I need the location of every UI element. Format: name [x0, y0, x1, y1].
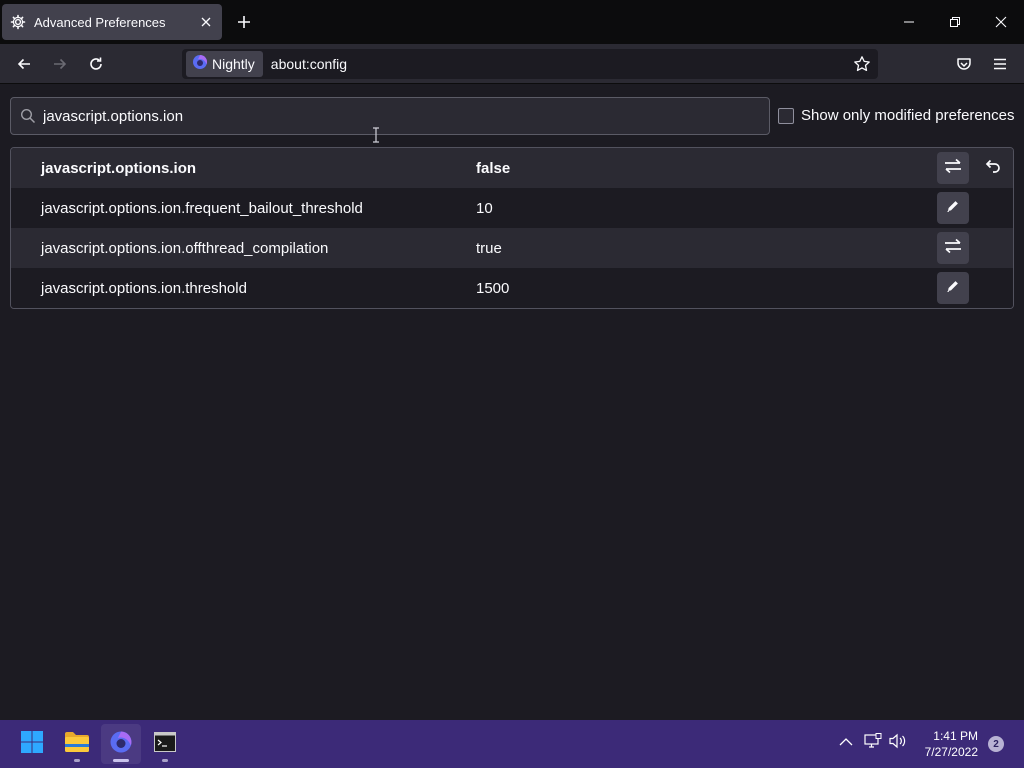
identity-box[interactable]: Nightly: [186, 51, 263, 77]
new-tab-button[interactable]: [232, 10, 256, 34]
start-button[interactable]: [12, 724, 52, 764]
pref-value[interactable]: 1500: [476, 280, 509, 297]
running-indicator: [113, 759, 129, 762]
pref-value[interactable]: true: [476, 240, 502, 257]
pref-name: javascript.options.ion.offthread_compila…: [41, 239, 329, 257]
toggle-arrows-icon: [944, 158, 962, 179]
menu-hamburger-button[interactable]: [986, 50, 1014, 78]
reload-button[interactable]: [82, 50, 110, 78]
url-text[interactable]: about:config: [271, 56, 848, 72]
title-bar: Advanced Preferences: [0, 0, 1024, 44]
identity-label: Nightly: [212, 56, 255, 72]
about-config-page: Show only modified preferences javascrip…: [0, 85, 1024, 720]
pref-name: javascript.options.ion: [41, 159, 197, 177]
tab-title: Advanced Preferences: [34, 14, 166, 30]
running-indicator: [74, 759, 80, 762]
undo-icon: [985, 159, 1001, 178]
network-icon: [864, 732, 882, 754]
pref-value[interactable]: false: [476, 160, 510, 177]
pref-row: javascript.options.ion.frequent_bailout_…: [11, 188, 1013, 228]
pref-name: javascript.options.ion.frequent_bailout_…: [41, 199, 363, 217]
volume-button[interactable]: [887, 732, 909, 754]
pref-row: javascript.options.ion.offthread_compila…: [11, 228, 1013, 268]
show-modified-label: Show only modified preferences: [801, 107, 1015, 124]
pencil-icon: [946, 199, 960, 218]
nightly-logo-icon: [109, 730, 133, 759]
close-window-button[interactable]: [981, 8, 1021, 36]
clock-date: 7/27/2022: [924, 745, 978, 759]
bookmark-star-icon[interactable]: [848, 50, 876, 78]
text-cursor-icon: [372, 127, 380, 143]
nightly-taskbar-button[interactable]: [101, 724, 141, 764]
speaker-icon: [889, 733, 907, 754]
pref-row: javascript.options.ion.threshold 1500: [11, 268, 1013, 308]
show-modified-toggle[interactable]: Show only modified preferences: [778, 107, 1014, 124]
terminal-icon: [154, 731, 176, 757]
pref-row: javascript.options.ion false: [11, 148, 1013, 188]
preferences-table: javascript.options.ion false javascript.…: [10, 147, 1014, 309]
tab-advanced-preferences[interactable]: Advanced Preferences: [2, 4, 222, 40]
restore-button[interactable]: [935, 8, 975, 36]
close-tab-icon[interactable]: [196, 12, 216, 32]
gear-icon: [10, 14, 26, 30]
pref-value[interactable]: 10: [476, 200, 493, 217]
search-input[interactable]: [43, 107, 743, 125]
show-hidden-icons-button[interactable]: [835, 732, 857, 754]
edit-button[interactable]: [937, 192, 969, 224]
notification-badge[interactable]: 2: [988, 736, 1004, 752]
terminal-taskbar-button[interactable]: [145, 724, 185, 764]
edit-button[interactable]: [937, 272, 969, 304]
url-bar[interactable]: Nightly about:config: [182, 49, 878, 79]
system-clock[interactable]: 1:41 PM 7/27/2022: [912, 728, 978, 760]
network-status-button[interactable]: [862, 732, 884, 754]
pocket-button[interactable]: [950, 50, 978, 78]
pencil-icon: [946, 279, 960, 298]
preference-search-box[interactable]: [10, 97, 770, 135]
search-icon: [19, 107, 37, 125]
nightly-logo-icon: [192, 54, 208, 75]
toggle-button[interactable]: [937, 152, 969, 184]
toggle-button[interactable]: [937, 232, 969, 264]
chevron-up-icon: [839, 734, 853, 752]
minimize-button[interactable]: [889, 8, 929, 36]
reset-button[interactable]: [977, 152, 1009, 184]
back-button[interactable]: [10, 50, 38, 78]
show-modified-checkbox[interactable]: [778, 107, 794, 124]
folder-icon: [64, 731, 90, 758]
clock-time: 1:41 PM: [933, 729, 978, 743]
forward-button[interactable]: [46, 50, 74, 78]
pref-name: javascript.options.ion.threshold: [41, 279, 247, 297]
running-indicator: [162, 759, 168, 762]
toggle-arrows-icon: [944, 238, 962, 259]
navigation-toolbar: Nightly about:config: [0, 44, 1024, 84]
windows-logo-icon: [20, 730, 44, 759]
windows-taskbar: 1:41 PM 7/27/2022 2: [0, 720, 1024, 768]
file-explorer-button[interactable]: [57, 724, 97, 764]
